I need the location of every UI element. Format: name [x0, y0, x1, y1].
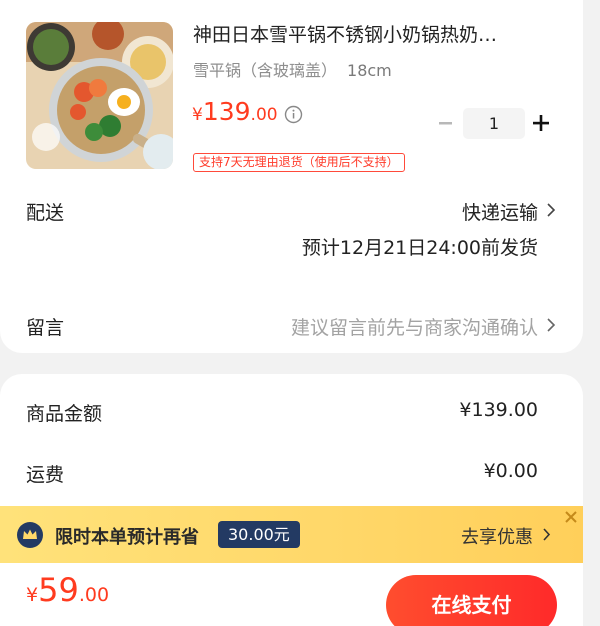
shipping-fee-label: 运费: [26, 464, 65, 486]
price-dec: .00: [250, 105, 278, 125]
promo-amount-badge: 30.00元: [218, 521, 300, 548]
total-symbol: ¥: [26, 584, 39, 606]
chevron-right-icon[interactable]: [546, 202, 556, 218]
return-policy-badge: 支持7天无理由退货（使用后不支持）: [193, 153, 405, 172]
info-icon[interactable]: [284, 105, 303, 124]
promo-text: 限时本单预计再省: [55, 527, 199, 548]
spec-size: 18cm: [347, 61, 392, 80]
shipping-fee-value: ¥0.00: [483, 460, 538, 482]
delivery-method[interactable]: 快递运输: [462, 198, 538, 225]
message-input[interactable]: 建议留言前先与商家沟通确认: [291, 313, 538, 340]
total-price: ¥59.00: [26, 571, 109, 609]
delivery-label: 配送: [26, 202, 65, 224]
total-int: 59: [38, 571, 79, 609]
chevron-right-icon[interactable]: [542, 527, 551, 542]
minus-icon[interactable]: [435, 112, 457, 134]
close-icon[interactable]: [564, 510, 578, 524]
product-price: ¥139.00: [192, 97, 278, 126]
checkout-bar: ¥59.00 在线支付: [0, 563, 583, 626]
spec-name: 雪平锅（含玻璃盖）: [193, 61, 338, 80]
goods-amount-value: ¥139.00: [459, 399, 538, 421]
quantity-input[interactable]: 1: [463, 108, 525, 139]
promo-cta-link[interactable]: 去享优惠: [461, 523, 533, 549]
chevron-right-icon[interactable]: [546, 317, 556, 333]
product-image[interactable]: [26, 22, 173, 169]
pay-button[interactable]: 在线支付: [386, 575, 557, 626]
total-dec: .00: [78, 584, 110, 606]
product-spec[interactable]: 雪平锅（含玻璃盖） 18cm: [193, 57, 392, 81]
price-symbol: ¥: [192, 105, 203, 125]
promo-banner[interactable]: 限时本单预计再省 30.00元 去享优惠: [0, 506, 583, 563]
crown-logo-icon: [17, 522, 43, 548]
price-int: 139: [202, 97, 251, 126]
goods-amount-label: 商品金额: [26, 403, 103, 425]
page-edge: [583, 0, 600, 626]
message-label: 留言: [26, 317, 65, 339]
plus-icon[interactable]: [532, 114, 550, 132]
product-title[interactable]: 神田日本雪平锅不锈钢小奶锅热奶…: [193, 20, 553, 47]
delivery-eta: 预计12月21日24:00前发货: [301, 237, 538, 259]
